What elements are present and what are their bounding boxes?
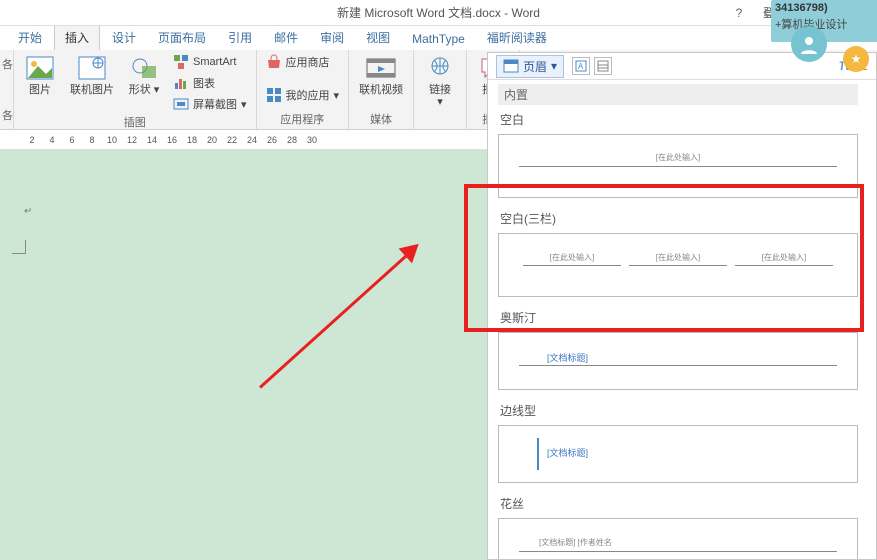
smartart-button[interactable]: SmartArt — [170, 52, 250, 72]
store-icon — [266, 54, 282, 70]
gallery-item-border-title: 边线型 — [498, 398, 858, 423]
shapes-icon — [128, 54, 160, 82]
online-video-button[interactable]: 联机视频 — [355, 52, 407, 98]
picture-icon — [24, 54, 56, 82]
gallery-item-blank-title: 空白 — [498, 107, 858, 132]
overlay-avatar-icon — [791, 26, 827, 62]
tab-layout[interactable]: 页面布局 — [148, 25, 216, 50]
header-dropdown-button[interactable]: 页眉 ▾ — [496, 55, 564, 78]
gallery-item-three-col-title: 空白(三栏) — [498, 206, 858, 231]
picture-label: 图片 — [29, 84, 51, 96]
online-video-label: 联机视频 — [359, 84, 403, 96]
screenshot-icon — [173, 96, 189, 112]
gallery-item-austin-title: 奥斯汀 — [498, 305, 858, 330]
ruler-mark: 24 — [242, 135, 262, 145]
tab-mailings[interactable]: 邮件 — [264, 25, 308, 50]
online-picture-icon — [76, 54, 108, 82]
svg-text:A: A — [578, 62, 584, 71]
online-picture-button[interactable]: 联机图片 — [66, 52, 118, 98]
shapes-button[interactable]: 形状 ▾ — [124, 52, 164, 98]
group-label-apps: 应用程序 — [263, 111, 343, 129]
overlay-star-icon: ★ — [843, 46, 869, 72]
group-label-media: 媒体 — [355, 111, 407, 129]
ruler-mark: 18 — [182, 135, 202, 145]
my-apps-button[interactable]: 我的应用 ▾ — [263, 85, 343, 105]
ruler-mark: 30 — [302, 135, 322, 145]
tab-insert[interactable]: 插入 — [54, 24, 100, 50]
chart-button[interactable]: 图表 — [170, 73, 250, 93]
link-icon — [424, 54, 456, 82]
ruler-mark: 20 — [202, 135, 222, 145]
paragraph-mark-icon: ↵ — [24, 206, 32, 217]
title-bar: 新建 Microsoft Word 文档.docx - Word 登录 ? ▭ … — [0, 0, 877, 26]
quick-parts-button[interactable] — [594, 57, 612, 75]
header-icon — [503, 59, 519, 73]
video-icon — [365, 54, 397, 82]
tab-view[interactable]: 视图 — [356, 25, 400, 50]
my-apps-icon — [266, 87, 282, 103]
chevron-down-icon: ▾ — [551, 59, 557, 73]
ribbon-crop-left: 各 各 — [0, 50, 14, 129]
tab-mathtype[interactable]: MathType — [402, 28, 475, 50]
tab-review[interactable]: 审阅 — [310, 25, 354, 50]
crop-cell: 各 — [0, 101, 13, 129]
group-apps: 应用商店 我的应用 ▾ 应用程序 — [257, 50, 350, 129]
ruler-mark: 22 — [222, 135, 242, 145]
app-store-button[interactable]: 应用商店 — [263, 52, 343, 72]
ruler-mark: 10 — [102, 135, 122, 145]
ribbon-tabs: 开始 插入 设计 页面布局 引用 邮件 审阅 视图 MathType 福昕阅读器 — [0, 26, 877, 50]
group-links: 链接▾ — [414, 50, 467, 129]
screenshot-button[interactable]: 屏幕截图 ▾ — [170, 94, 250, 114]
gallery-item-blank[interactable]: [在此处输入] — [498, 134, 858, 198]
header-gallery-dropdown: 页眉 ▾ A π Ω 内置 空白 [在此处输入] 空白(三栏) [在此处输入] … — [487, 52, 877, 560]
group-illustration: 图片 联机图片 形状 ▾ SmartArt 图表 屏幕截图 ▾ 插图 — [14, 50, 257, 129]
overlay-number: 34136798) — [771, 0, 877, 16]
group-media: 联机视频 媒体 — [349, 50, 414, 129]
picture-button[interactable]: 图片 — [20, 52, 60, 98]
shapes-label: 形状 ▾ — [129, 84, 160, 96]
tab-design[interactable]: 设计 — [102, 25, 146, 50]
link-button[interactable]: 链接▾ — [420, 52, 460, 110]
ruler-mark: 28 — [282, 135, 302, 145]
group-label-illustration: 插图 — [20, 114, 250, 132]
gallery-item-austin[interactable]: [文档标题] — [498, 332, 858, 390]
gallery-scroll[interactable]: 内置 空白 [在此处输入] 空白(三栏) [在此处输入] [在此处输入] [在此… — [488, 80, 876, 560]
vertical-ruler[interactable] — [0, 150, 18, 560]
gallery-item-three-col[interactable]: [在此处输入] [在此处输入] [在此处输入] — [498, 233, 858, 297]
ruler-mark: 16 — [162, 135, 182, 145]
page-corner-mark — [12, 240, 26, 254]
ruler-mark: 26 — [262, 135, 282, 145]
ruler-mark: 6 — [62, 135, 82, 145]
help-icon[interactable]: ? — [731, 6, 747, 20]
tab-home[interactable]: 开始 — [8, 25, 52, 50]
group-label-links — [420, 127, 460, 129]
tab-foxit[interactable]: 福昕阅读器 — [477, 25, 557, 50]
text-box-button[interactable]: A — [572, 57, 590, 75]
online-picture-label: 联机图片 — [70, 84, 114, 96]
ruler-mark: 2 — [22, 135, 42, 145]
ruler-mark: 4 — [42, 135, 62, 145]
smartart-icon — [173, 54, 189, 70]
ruler-mark: 12 — [122, 135, 142, 145]
gallery-item-silk[interactable]: [文档标题] [作者姓名 — [498, 518, 858, 560]
ruler-mark: 8 — [82, 135, 102, 145]
window-title: 新建 Microsoft Word 文档.docx - Word — [337, 4, 540, 21]
gallery-section-builtin: 内置 — [498, 84, 858, 105]
gallery-item-silk-title: 花丝 — [498, 491, 858, 516]
link-label: 链接▾ — [429, 84, 451, 108]
ruler-mark: 14 — [142, 135, 162, 145]
gallery-item-border[interactable]: [文档标题] — [498, 425, 858, 483]
tab-references[interactable]: 引用 — [218, 25, 262, 50]
overlay-text: +算机毕业设计 — [771, 16, 877, 32]
crop-cell: 各 — [0, 50, 13, 78]
chart-icon — [173, 75, 189, 91]
